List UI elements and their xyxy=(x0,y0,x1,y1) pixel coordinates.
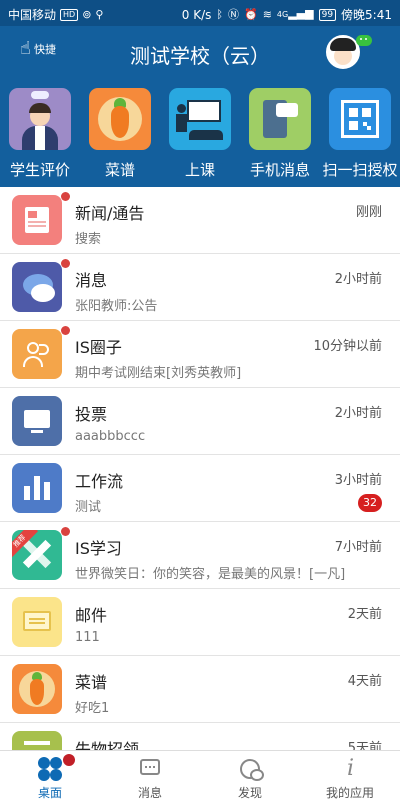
clock: 傍晚5:41 xyxy=(341,8,392,22)
pencil-ruler-icon: 推荐 xyxy=(12,530,62,580)
tab-desktop[interactable]: 桌面 xyxy=(0,751,100,800)
item-subtitle: aaabbbccc xyxy=(75,429,146,444)
avatar-hair xyxy=(330,38,356,51)
item-subtitle: 测试 xyxy=(75,500,102,515)
item-subtitle: 好吃1 xyxy=(75,701,110,716)
unread-dot xyxy=(61,192,70,201)
signal-type: 4G xyxy=(276,10,289,19)
item-time: 5天前 xyxy=(347,741,382,750)
message-icon xyxy=(137,756,163,782)
list-item-workflow[interactable]: 工作流 测试 3小时前 32 xyxy=(0,455,400,522)
shortcut-label: 上课 xyxy=(184,161,215,179)
shortcut-student-evaluation[interactable]: 学生评价 xyxy=(0,88,80,180)
item-time: 10分钟以前 xyxy=(313,339,382,354)
phone-message-icon xyxy=(249,88,311,150)
tab-messages[interactable]: 消息 xyxy=(100,751,200,800)
usb-icon: ⚲ xyxy=(95,7,104,21)
item-time: 7小时前 xyxy=(334,540,382,555)
item-title: 菜谱 xyxy=(75,673,108,692)
wifi-icon: ≋ xyxy=(262,7,272,21)
network-speed: 0 K/s xyxy=(181,7,212,22)
vote-monitor-icon xyxy=(12,396,62,446)
tab-label: 桌面 xyxy=(37,786,62,800)
sync-icon: ⊚ xyxy=(82,7,92,21)
app-list: 新闻/通告 搜索 刚刚 消息 张阳教师:公告 2小时前 IS圈子 期中考试刚结束… xyxy=(0,187,400,750)
app-header: 中国移动 HD ⊚ ⚲ 0 K/s ᛒ Ⓝ ⏰ ≋ 4G▂▄▆ 99 傍晚5:4… xyxy=(0,0,400,187)
tab-label: 消息 xyxy=(137,786,162,800)
wechat-icon xyxy=(356,35,372,46)
item-title: 失物招领 xyxy=(75,740,140,750)
unread-count-badge: 32 xyxy=(358,494,382,512)
list-item-is-study[interactable]: 推荐 IS学习 世界微笑日：你的笑容，是最美的风景！[一凡] 7小时前 xyxy=(0,522,400,589)
item-subtitle: 期中考试刚结束[刘秀英教师] xyxy=(75,366,242,381)
item-title: 工作流 xyxy=(75,472,124,491)
item-title: 消息 xyxy=(75,271,108,290)
bluetooth-icon: ᛒ xyxy=(216,7,223,21)
bottom-tab-bar: 桌面 消息 发现 i 我的应用 xyxy=(0,750,400,800)
item-title: 投票 xyxy=(75,405,108,424)
item-time: 3小时前 xyxy=(334,473,382,488)
carrot-menu-icon xyxy=(12,664,62,714)
mail-icon xyxy=(12,597,62,647)
title-bar: ☝ 快捷 测试学校（云） xyxy=(0,26,400,78)
shortcut-phone-message[interactable]: 手机消息 xyxy=(240,88,320,180)
list-item-menu[interactable]: 菜谱 好吃1 4天前 xyxy=(0,656,400,723)
bar-chart-icon xyxy=(12,463,62,513)
news-icon xyxy=(12,195,62,245)
hd-icon: HD xyxy=(60,8,79,21)
item-time: 2小时前 xyxy=(334,406,382,421)
shortcut-label: 扫一扫授权 xyxy=(322,161,398,179)
unread-dot xyxy=(61,527,70,536)
desktop-clover-icon xyxy=(37,754,75,782)
signal-icon: 4G▂▄▆ xyxy=(276,7,314,20)
item-title: 新闻/通告 xyxy=(75,204,145,223)
item-title: IS学习 xyxy=(75,539,122,558)
shortcut-scan-authorize[interactable]: 扫一扫授权 xyxy=(320,88,400,180)
my-apps-icon: i xyxy=(347,756,355,781)
item-subtitle: 搜索 xyxy=(75,232,102,247)
battery-icon: 99 xyxy=(318,8,337,21)
item-time: 4天前 xyxy=(347,674,382,689)
tab-label: 发现 xyxy=(237,786,262,800)
item-time: 2小时前 xyxy=(334,272,382,287)
list-item-lost-found[interactable]: 失物招领 5天前 xyxy=(0,723,400,750)
chat-bubbles-icon xyxy=(12,262,62,312)
group-icon xyxy=(12,329,62,379)
list-item-mail[interactable]: 邮件 111 2天前 xyxy=(0,589,400,656)
alarm-icon: ⏰ xyxy=(243,7,258,21)
shortcut-class[interactable]: 上课 xyxy=(160,88,240,180)
shortcut-bar: 学生评价 菜谱 上课 手机消息 扫一扫授权 xyxy=(0,88,400,187)
unread-dot xyxy=(61,259,70,268)
avatar[interactable] xyxy=(326,35,360,69)
discover-icon xyxy=(237,756,264,782)
shortcut-menu[interactable]: 菜谱 xyxy=(80,88,160,180)
unread-dot xyxy=(61,326,70,335)
item-title: 邮件 xyxy=(75,606,108,625)
shortcut-label: 学生评价 xyxy=(9,161,70,179)
student-evaluation-icon xyxy=(9,88,71,150)
shortcut-label: 菜谱 xyxy=(104,161,135,179)
list-item-news[interactable]: 新闻/通告 搜索 刚刚 xyxy=(0,187,400,254)
list-item-is-circle[interactable]: IS圈子 期中考试刚结束[刘秀英教师] 10分钟以前 xyxy=(0,321,400,388)
item-title: IS圈子 xyxy=(75,338,122,357)
item-time: 刚刚 xyxy=(355,205,382,220)
notification-dot xyxy=(63,754,75,766)
item-time: 2天前 xyxy=(347,607,382,622)
item-subtitle: 张阳教师:公告 xyxy=(75,299,158,314)
tab-my-apps[interactable]: i 我的应用 xyxy=(300,751,400,800)
nfc-icon: Ⓝ xyxy=(227,7,239,21)
qr-scan-icon xyxy=(329,88,391,150)
status-bar: 中国移动 HD ⊚ ⚲ 0 K/s ᛒ Ⓝ ⏰ ≋ 4G▂▄▆ 99 傍晚5:4… xyxy=(0,0,400,26)
item-subtitle: 世界微笑日：你的笑容，是最美的风景！[一凡] xyxy=(75,567,346,582)
tab-discover[interactable]: 发现 xyxy=(200,751,300,800)
classroom-icon xyxy=(169,88,231,150)
item-subtitle: 111 xyxy=(75,630,100,645)
shortcut-label: 手机消息 xyxy=(249,161,310,179)
list-item-messages[interactable]: 消息 张阳教师:公告 2小时前 xyxy=(0,254,400,321)
tab-label: 我的应用 xyxy=(325,786,374,800)
lost-found-icon xyxy=(12,731,62,750)
carrot-menu-icon xyxy=(89,88,151,150)
list-item-vote[interactable]: 投票 aaabbbccc 2小时前 xyxy=(0,388,400,455)
carrier-name: 中国移动 xyxy=(8,8,57,22)
